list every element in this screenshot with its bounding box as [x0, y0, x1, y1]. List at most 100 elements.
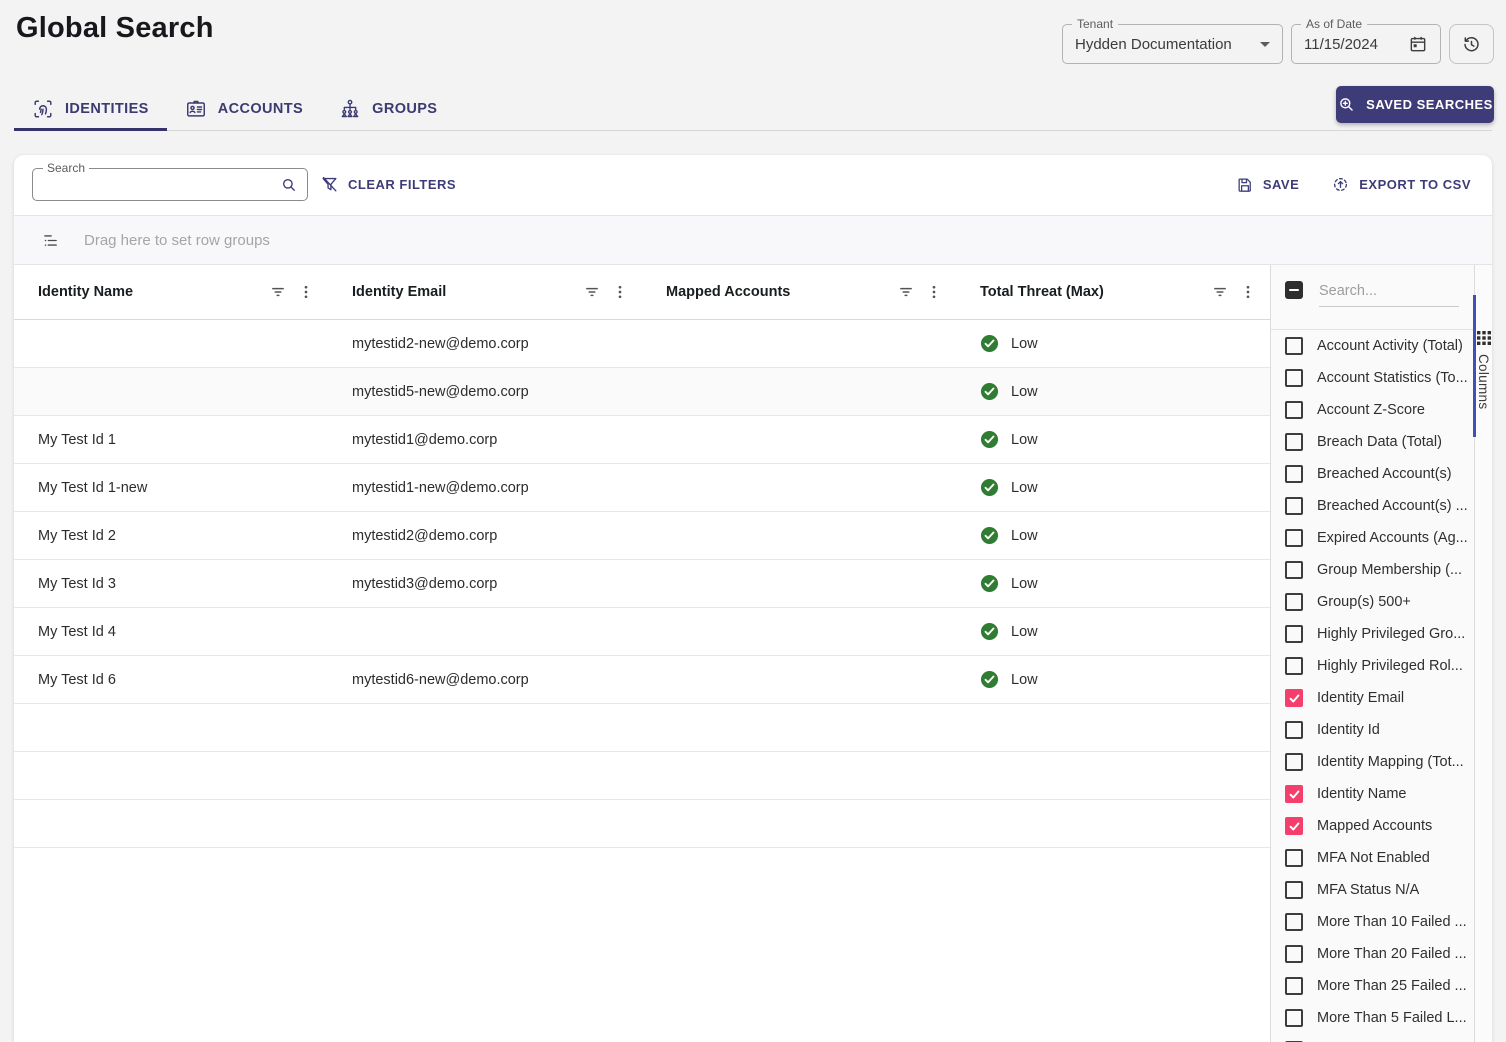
column-checkbox[interactable] — [1285, 433, 1303, 451]
filter-icon[interactable] — [896, 282, 916, 302]
table-row[interactable]: My Test Id 4 Low — [14, 608, 1270, 656]
column-list-item[interactable]: More Than 20 Failed ... — [1271, 938, 1474, 970]
columns-side-tab[interactable]: Columns — [1475, 331, 1492, 409]
row-group-panel[interactable]: Drag here to set row groups — [14, 215, 1492, 265]
column-list-item[interactable]: More Than 25 Failed ... — [1271, 970, 1474, 1002]
column-list-item[interactable]: More Than 5 Failed L... — [1271, 1002, 1474, 1034]
table-row[interactable]: My Test Id 3 mytestid3@demo.corp Low — [14, 560, 1270, 608]
cell-total-threat: Low — [956, 622, 1270, 641]
column-list-item[interactable]: Group Membership (... — [1271, 554, 1474, 586]
tenant-select[interactable]: Tenant Hydden Documentation — [1062, 24, 1283, 64]
column-checkbox[interactable] — [1285, 913, 1303, 931]
table-row[interactable]: My Test Id 2 mytestid2@demo.corp Low — [14, 512, 1270, 560]
check-circle-icon — [980, 574, 999, 593]
tab-accounts[interactable]: ACCOUNTS — [167, 88, 321, 130]
filter-icon[interactable] — [268, 282, 288, 302]
check-circle-icon — [980, 430, 999, 449]
columns-side-tab-label: Columns — [1476, 354, 1491, 409]
column-menu-icon[interactable] — [610, 282, 630, 302]
column-checkbox[interactable] — [1285, 977, 1303, 995]
filter-icon[interactable] — [582, 282, 602, 302]
column-list-item[interactable]: Breach Data (Total) — [1271, 426, 1474, 458]
column-checkbox[interactable] — [1285, 497, 1303, 515]
grid-search-field[interactable]: Search — [32, 168, 308, 201]
column-item-label: Highly Privileged Gro... — [1317, 626, 1465, 642]
column-checkbox[interactable] — [1285, 753, 1303, 771]
tab-groups[interactable]: GROUPS — [321, 88, 455, 130]
cell-identity-name: My Test Id 3 — [14, 576, 328, 592]
column-list-item[interactable]: Identity Id — [1271, 714, 1474, 746]
column-checkbox[interactable] — [1285, 817, 1303, 835]
column-list-item[interactable] — [1271, 1034, 1474, 1042]
column-header-total-threat[interactable]: Total Threat (Max) — [956, 265, 1270, 319]
table-row[interactable]: My Test Id 6 mytestid6-new@demo.corp Low — [14, 656, 1270, 704]
column-menu-icon[interactable] — [924, 282, 944, 302]
search-plus-icon — [1337, 95, 1356, 114]
column-header-label: Mapped Accounts — [666, 284, 790, 300]
column-list-item[interactable]: Identity Mapping (Tot... — [1271, 746, 1474, 778]
column-menu-icon[interactable] — [1238, 282, 1258, 302]
column-checkbox[interactable] — [1285, 785, 1303, 803]
table-row[interactable]: My Test Id 1-new mytestid1-new@demo.corp… — [14, 464, 1270, 512]
tab-accounts-label: ACCOUNTS — [218, 101, 303, 117]
column-checkbox[interactable] — [1285, 401, 1303, 419]
column-checkbox[interactable] — [1285, 721, 1303, 739]
export-to-csv-label: EXPORT TO CSV — [1359, 177, 1471, 192]
tab-identities[interactable]: IDENTITIES — [14, 88, 167, 130]
row-group-placeholder: Drag here to set row groups — [84, 232, 270, 249]
as-of-date-field[interactable]: As of Date 11/15/2024 — [1291, 24, 1441, 64]
column-checkbox[interactable] — [1285, 561, 1303, 579]
column-checkbox[interactable] — [1285, 657, 1303, 675]
column-list-item[interactable]: Account Statistics (To... — [1271, 362, 1474, 394]
column-list-item[interactable]: Identity Email — [1271, 682, 1474, 714]
column-list-item[interactable]: More Than 10 Failed ... — [1271, 906, 1474, 938]
column-checkbox[interactable] — [1285, 465, 1303, 483]
tenant-value: Hydden Documentation — [1075, 36, 1252, 53]
column-checkbox[interactable] — [1285, 593, 1303, 611]
columns-search-input[interactable] — [1319, 277, 1459, 307]
column-list-item[interactable]: Highly Privileged Rol... — [1271, 650, 1474, 682]
column-list-item[interactable]: Highly Privileged Gro... — [1271, 618, 1474, 650]
column-list-item[interactable]: MFA Status N/A — [1271, 874, 1474, 906]
filter-icon[interactable] — [1210, 282, 1230, 302]
saved-searches-button[interactable]: SAVED SEARCHES — [1336, 86, 1494, 123]
table-row[interactable]: mytestid5-new@demo.corp Low — [14, 368, 1270, 416]
column-list-item[interactable]: Breached Account(s) — [1271, 458, 1474, 490]
column-list-item[interactable]: Identity Name — [1271, 778, 1474, 810]
column-item-label: Account Statistics (To... — [1317, 370, 1468, 386]
column-menu-icon[interactable] — [296, 282, 316, 302]
column-checkbox[interactable] — [1285, 849, 1303, 867]
row-groups-icon — [42, 232, 59, 249]
clear-filters-button[interactable]: CLEAR FILTERS — [320, 168, 456, 201]
calendar-icon[interactable] — [1408, 34, 1428, 54]
column-checkbox[interactable] — [1285, 337, 1303, 355]
column-list-item[interactable]: Account Activity (Total) — [1271, 330, 1474, 362]
empty-grid-row — [14, 800, 1270, 848]
column-checkbox[interactable] — [1285, 689, 1303, 707]
cell-identity-email: mytestid2-new@demo.corp — [328, 336, 642, 352]
grid-search-input[interactable] — [43, 170, 273, 199]
column-list-item[interactable]: Group(s) 500+ — [1271, 586, 1474, 618]
column-list-item[interactable]: Account Z-Score — [1271, 394, 1474, 426]
column-checkbox[interactable] — [1285, 945, 1303, 963]
side-tab-strip: Columns — [1474, 265, 1492, 1042]
table-row[interactable]: My Test Id 1 mytestid1@demo.corp Low — [14, 416, 1270, 464]
table-row[interactable]: mytestid2-new@demo.corp Low — [14, 320, 1270, 368]
column-list-item[interactable]: Breached Account(s) ... — [1271, 490, 1474, 522]
column-checkbox[interactable] — [1285, 625, 1303, 643]
column-list-item[interactable]: Expired Accounts (Ag... — [1271, 522, 1474, 554]
column-list-item[interactable]: MFA Not Enabled — [1271, 842, 1474, 874]
export-to-csv-button[interactable]: EXPORT TO CSV — [1331, 175, 1471, 194]
column-header-identity-email[interactable]: Identity Email — [328, 265, 642, 319]
column-checkbox[interactable] — [1285, 881, 1303, 899]
save-button[interactable]: SAVE — [1236, 176, 1299, 194]
column-checkbox[interactable] — [1285, 369, 1303, 387]
column-list-item[interactable]: Mapped Accounts — [1271, 810, 1474, 842]
column-header-mapped-accounts[interactable]: Mapped Accounts — [642, 265, 956, 319]
select-all-checkbox[interactable] — [1285, 281, 1303, 299]
history-button[interactable] — [1449, 24, 1494, 64]
column-checkbox[interactable] — [1285, 1009, 1303, 1027]
column-checkbox[interactable] — [1285, 529, 1303, 547]
column-header-identity-name[interactable]: Identity Name — [14, 265, 328, 319]
clear-filters-label: CLEAR FILTERS — [348, 177, 456, 192]
